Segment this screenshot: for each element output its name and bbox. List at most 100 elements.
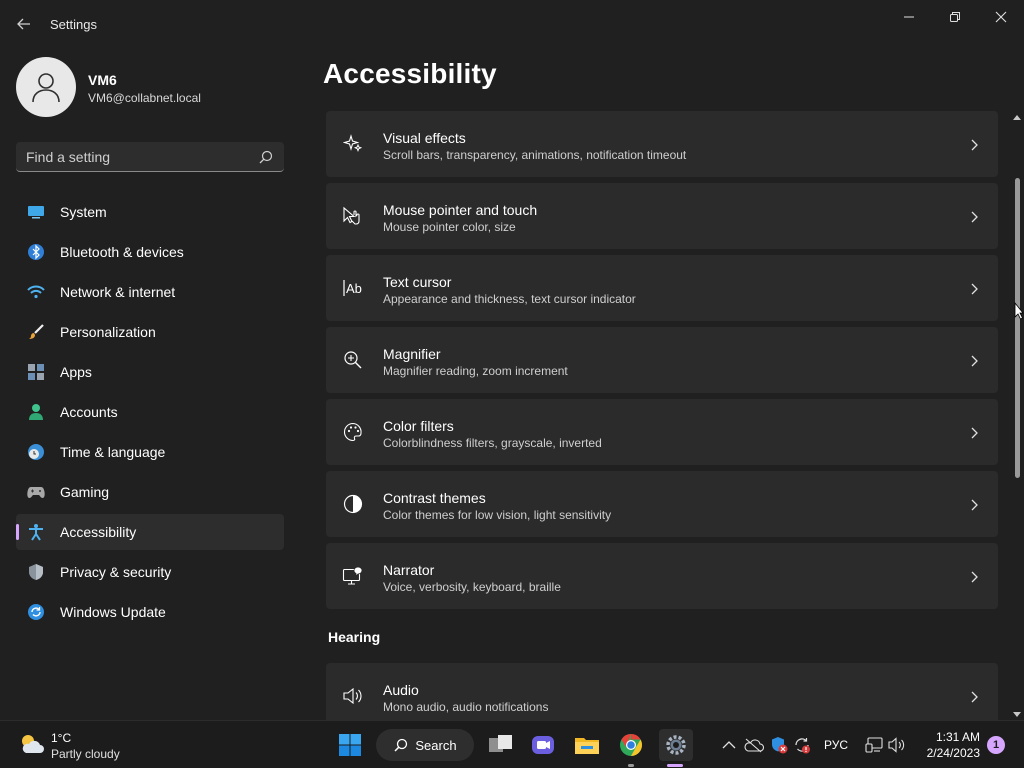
- contrast-icon: [342, 493, 364, 515]
- sidebar-item-label: Privacy & security: [60, 564, 172, 580]
- card-title: Mouse pointer and touch: [383, 202, 538, 218]
- page-title: Accessibility: [323, 58, 497, 89]
- update-warning-icon: [795, 738, 810, 754]
- task-view-button[interactable]: [485, 729, 517, 761]
- settings-taskbar-button[interactable]: [659, 729, 693, 761]
- chevron-right-icon: [968, 138, 980, 151]
- scrollbar-thumb[interactable]: [1015, 178, 1020, 478]
- sidebar-item-gaming[interactable]: Gaming: [16, 474, 284, 510]
- user-name: VM6: [88, 72, 117, 88]
- sidebar-item-bluetooth[interactable]: Bluetooth & devices: [16, 234, 284, 270]
- minimize-button[interactable]: [886, 4, 932, 30]
- card-subtitle: Magnifier reading, zoom increment: [383, 364, 568, 378]
- card-title: Color filters: [383, 418, 454, 434]
- card-audio[interactable]: Audio Mono audio, audio notifications: [326, 663, 998, 720]
- search-icon: [394, 738, 408, 752]
- card-subtitle: Mouse pointer color, size: [383, 220, 516, 234]
- security-status-button[interactable]: [769, 733, 789, 757]
- chrome-button[interactable]: [615, 729, 647, 761]
- close-button[interactable]: [978, 4, 1024, 30]
- pointer-touch-icon: [342, 205, 364, 227]
- weather-temperature[interactable]: 1°C: [51, 731, 71, 745]
- search-box[interactable]: [16, 142, 284, 172]
- file-explorer-button[interactable]: [571, 729, 603, 761]
- sidebar-item-label: Bluetooth & devices: [60, 244, 184, 260]
- system-icon: [27, 203, 45, 221]
- taskbar-search-button[interactable]: Search: [376, 729, 474, 761]
- sidebar-item-network[interactable]: Network & internet: [16, 274, 284, 310]
- sidebar-item-personalization[interactable]: Personalization: [16, 314, 284, 350]
- chevron-right-icon: [968, 690, 980, 703]
- folder-icon: [575, 738, 599, 754]
- sidebar-item-label: Accounts: [60, 404, 118, 420]
- onedrive-button[interactable]: [744, 733, 764, 757]
- notification-badge[interactable]: 1: [987, 736, 1005, 754]
- scroll-down-arrow-icon[interactable]: [1012, 706, 1022, 717]
- chrome-icon: [620, 734, 642, 756]
- update-icon: [27, 603, 45, 621]
- card-subtitle: Scroll bars, transparency, animations, n…: [383, 148, 687, 162]
- sidebar-item-label: Accessibility: [60, 524, 137, 540]
- sidebar-item-apps[interactable]: Apps: [16, 354, 284, 390]
- sidebar-item-label: Time & language: [60, 444, 166, 460]
- wifi-icon: [27, 283, 45, 301]
- search-input[interactable]: [26, 148, 246, 166]
- card-visual-effects[interactable]: Visual effects Scroll bars, transparency…: [326, 111, 998, 177]
- volume-button[interactable]: [888, 733, 908, 757]
- restore-button[interactable]: [932, 4, 978, 30]
- taskbar-clock[interactable]: 1:31 AM 2/24/2023: [918, 729, 980, 761]
- onedrive-offline-icon: [744, 738, 764, 753]
- accessibility-settings-list: Visual effects Scroll bars, transparency…: [326, 111, 998, 615]
- card-mouse-pointer-touch[interactable]: Mouse pointer and touch Mouse pointer co…: [326, 183, 998, 249]
- chevron-up-icon: [722, 741, 736, 749]
- search-icon[interactable]: [258, 149, 274, 165]
- card-subtitle: Mono audio, audio notifications: [383, 700, 549, 714]
- task-view-icon: [489, 735, 512, 752]
- sidebar-item-privacy-security[interactable]: Privacy & security: [16, 554, 284, 590]
- weather-description[interactable]: Partly cloudy: [51, 747, 120, 761]
- sidebar-item-label: Apps: [60, 364, 92, 380]
- palette-icon: [342, 421, 364, 443]
- chat-icon: [532, 736, 554, 754]
- chevron-right-icon: [968, 282, 980, 295]
- sidebar-nav: System Bluetooth & devices Network & int…: [16, 194, 284, 634]
- card-magnifier[interactable]: Magnifier Magnifier reading, zoom increm…: [326, 327, 998, 393]
- section-heading-hearing: Hearing: [328, 629, 381, 645]
- sparkle-icon: [342, 133, 364, 155]
- card-text-cursor[interactable]: Ab Text cursor Appearance and thickness,…: [326, 255, 998, 321]
- back-arrow-icon[interactable]: [12, 12, 36, 36]
- user-email: VM6@collabnet.local: [88, 91, 201, 105]
- sidebar-item-label: Windows Update: [60, 604, 166, 620]
- chevron-right-icon: [968, 210, 980, 223]
- user-icon: [32, 73, 60, 103]
- sidebar-item-accessibility[interactable]: Accessibility: [16, 514, 284, 550]
- card-narrator[interactable]: Narrator Voice, verbosity, keyboard, bra…: [326, 543, 998, 609]
- brush-icon: [27, 323, 45, 341]
- card-color-filters[interactable]: Color filters Colorblindness filters, gr…: [326, 399, 998, 465]
- bluetooth-icon: [27, 243, 45, 261]
- scroll-up-arrow-icon[interactable]: [1012, 110, 1022, 120]
- weather-partly-cloudy-icon[interactable]: [18, 731, 46, 757]
- clock-globe-icon: [27, 443, 45, 461]
- sidebar-item-time-language[interactable]: Time & language: [16, 434, 284, 470]
- network-monitor-icon: [865, 737, 883, 753]
- sidebar-item-label: Network & internet: [60, 284, 176, 300]
- card-subtitle: Voice, verbosity, keyboard, braille: [383, 580, 561, 594]
- teams-chat-button[interactable]: [527, 729, 559, 761]
- title-bar: Settings: [0, 0, 1024, 48]
- sidebar-item-accounts[interactable]: Accounts: [16, 394, 284, 430]
- chrome-running-indicator: [628, 764, 634, 767]
- settings-active-indicator: [667, 764, 683, 767]
- avatar[interactable]: [16, 57, 76, 117]
- input-language-indicator[interactable]: РУС: [824, 733, 848, 757]
- network-button[interactable]: [864, 733, 884, 757]
- card-title: Narrator: [383, 562, 435, 578]
- update-status-button[interactable]: [792, 733, 812, 757]
- start-button[interactable]: [334, 729, 366, 761]
- card-subtitle: Color themes for low vision, light sensi…: [383, 508, 612, 522]
- show-hidden-icons-button[interactable]: [720, 733, 738, 757]
- card-title: Text cursor: [383, 274, 452, 290]
- card-contrast-themes[interactable]: Contrast themes Color themes for low vis…: [326, 471, 998, 537]
- sidebar-item-system[interactable]: System: [16, 194, 284, 230]
- sidebar-item-windows-update[interactable]: Windows Update: [16, 594, 284, 630]
